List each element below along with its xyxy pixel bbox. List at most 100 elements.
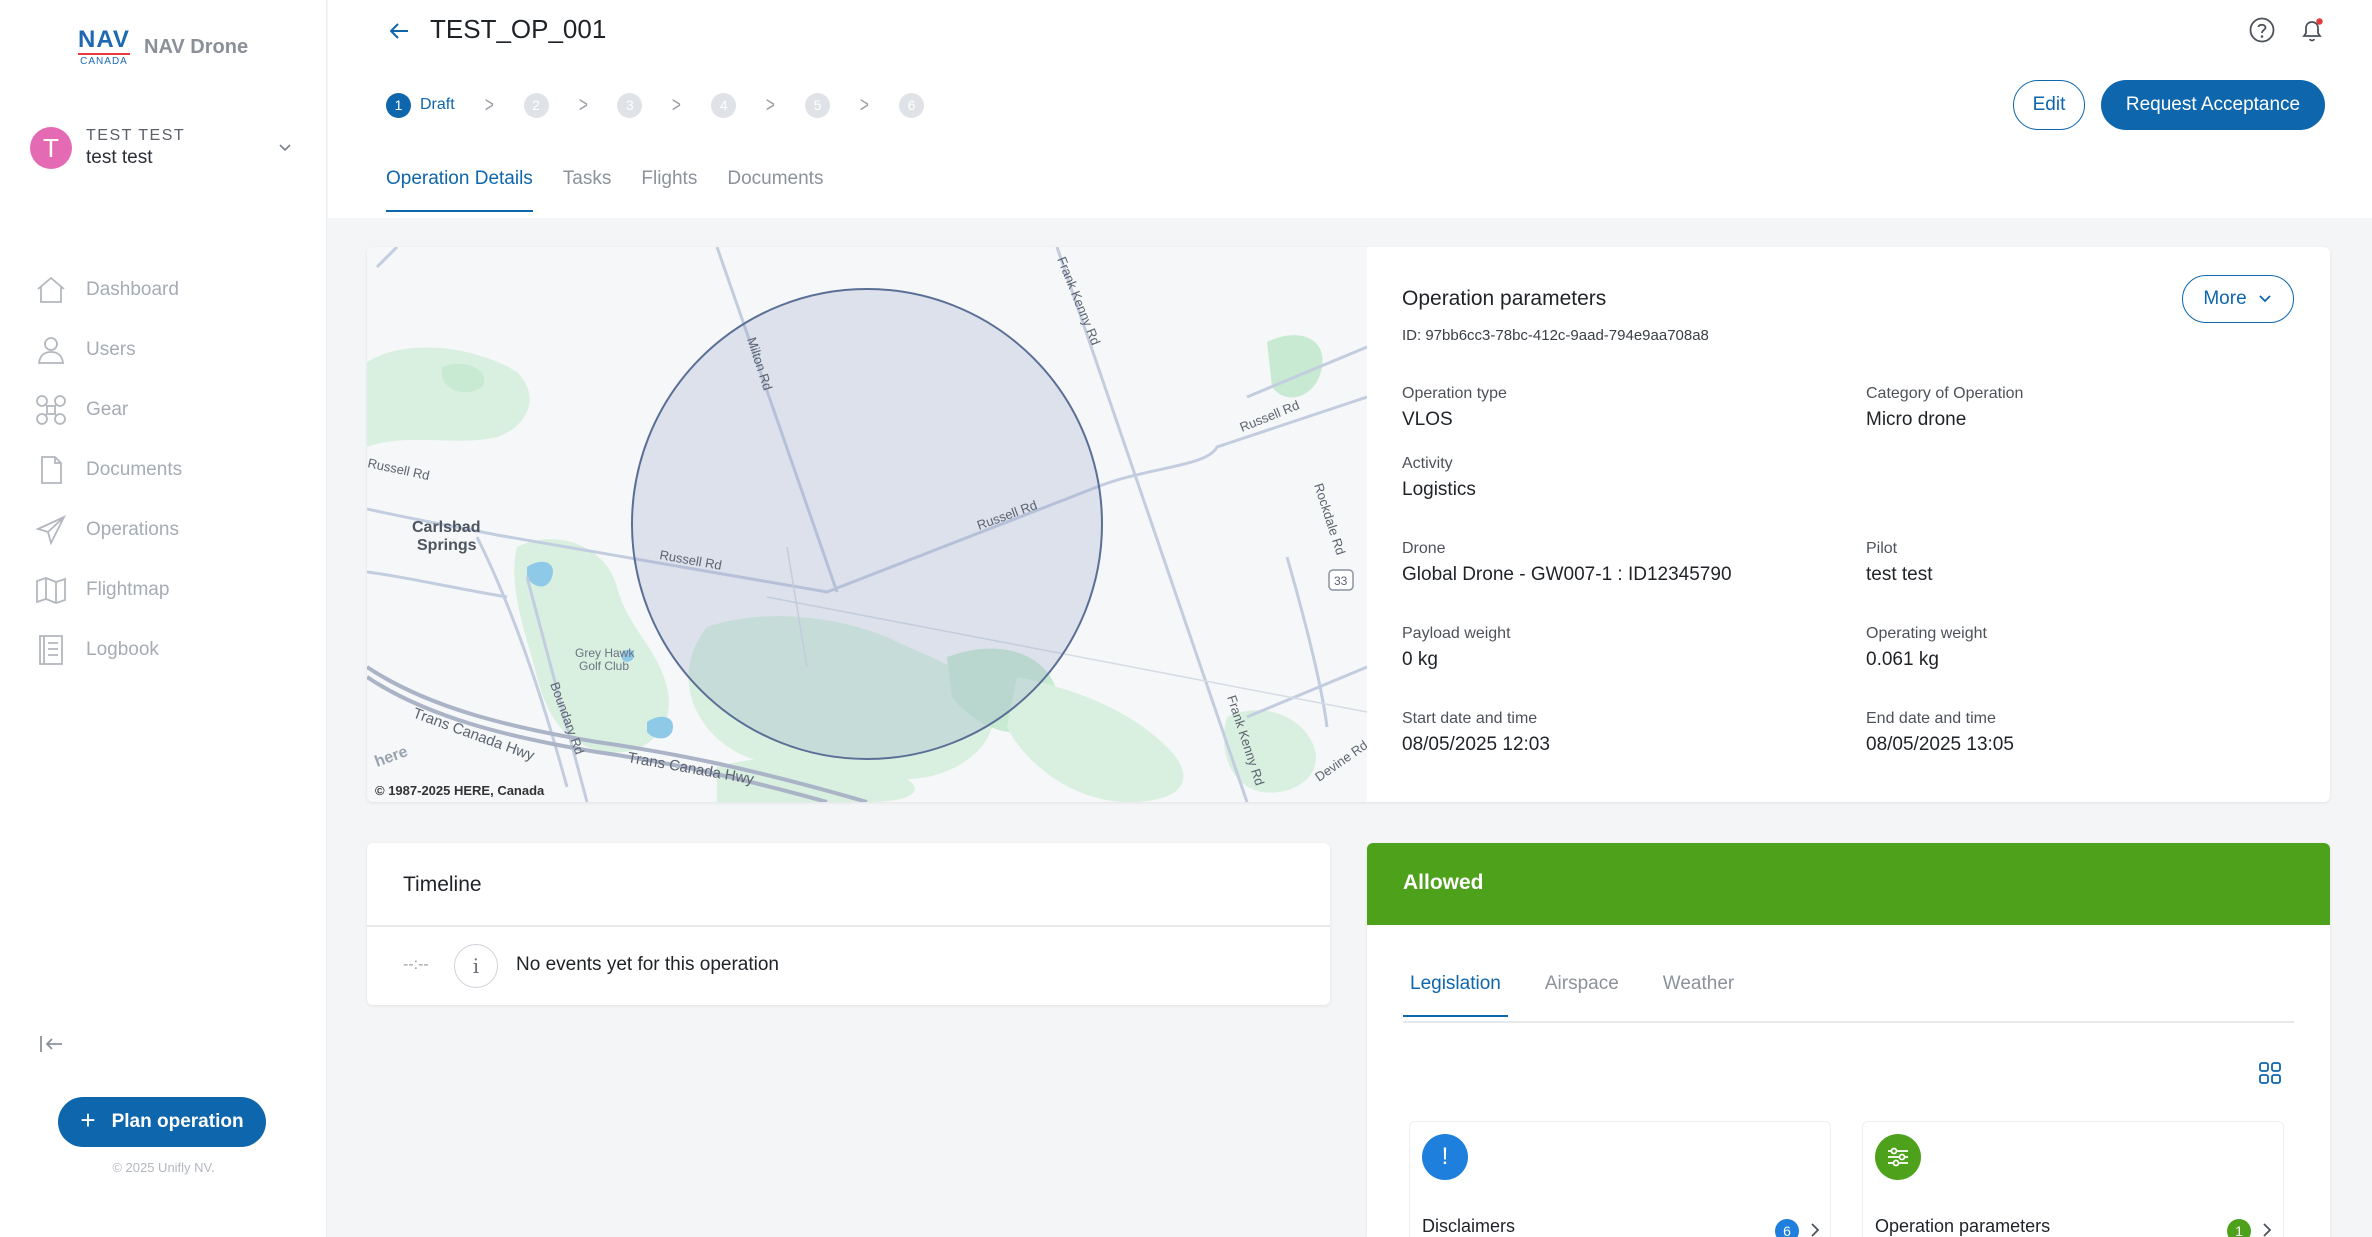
plus-icon: + xyxy=(80,1105,96,1135)
tab-operation-details[interactable]: Operation Details xyxy=(386,168,533,212)
user-icon xyxy=(37,337,65,364)
chevron-down-icon xyxy=(2259,295,2271,303)
avatar: T xyxy=(30,127,72,169)
allowed-header: Allowed xyxy=(1367,843,2330,925)
chevron-right-icon: > xyxy=(484,92,494,117)
step-5: 5 xyxy=(805,92,831,118)
map-canvas[interactable]: Milton Rd Frank Kenny Rd Frank Kenny Rd … xyxy=(367,247,1367,802)
sidebar-item-flightmap[interactable]: Flightmap xyxy=(34,560,182,620)
map-label-grey-hawk: Grey Hawk xyxy=(575,646,635,660)
map-label-russell-rd-left: Russell Rd xyxy=(367,455,431,483)
grid-view-icon[interactable] xyxy=(2257,1060,2283,1086)
map-label-golf-club: Golf Club xyxy=(579,659,629,673)
allowed-status: Allowed xyxy=(1403,871,1484,894)
app-name: NAV Drone xyxy=(144,36,249,58)
card-label: Operation parameters xyxy=(1875,1216,2051,1236)
field-value: 0.061 kg xyxy=(1866,649,1939,670)
sidebar-nav: Dashboard Users Gear Documents Operation… xyxy=(34,260,182,680)
field-activity: Activity Logistics xyxy=(1402,455,1476,501)
field-label: Start date and time xyxy=(1402,710,1538,727)
sidebar-item-logbook[interactable]: Logbook xyxy=(34,620,182,680)
map-label-frank-kenny-rd: Frank Kenny Rd xyxy=(1054,255,1103,348)
field-value: 0 kg xyxy=(1402,649,1438,670)
status-stepper: 1 Draft > 2 > 3 > 4 > 5 > 6 xyxy=(386,92,924,118)
plan-operation-button[interactable]: + Plan operation xyxy=(58,1097,266,1147)
field-value: Logistics xyxy=(1402,479,1476,500)
nav-canada-logo: NAV CANADA xyxy=(78,28,130,67)
field-value: Global Drone - GW007-1 : ID12345790 xyxy=(1402,564,1732,585)
info-icon: i xyxy=(454,944,498,988)
tab-legislation[interactable]: Legislation xyxy=(1403,973,1508,1017)
map-label-rockdale-rd: Rockdale Rd xyxy=(1311,481,1348,556)
timeline-empty-message: No events yet for this operation xyxy=(516,954,779,975)
tab-airspace[interactable]: Airspace xyxy=(1538,973,1626,1017)
field-value: VLOS xyxy=(1402,409,1453,430)
sidebar-item-label: Dashboard xyxy=(86,279,179,300)
field-value: Micro drone xyxy=(1866,409,1967,430)
divider xyxy=(367,925,1330,927)
logbook-icon xyxy=(39,635,63,665)
map-label-springs: Springs xyxy=(417,537,477,554)
request-acceptance-button[interactable]: Request Acceptance xyxy=(2101,80,2325,130)
help-icon[interactable] xyxy=(2248,16,2276,44)
tab-documents[interactable]: Documents xyxy=(727,168,823,212)
field-label: Pilot xyxy=(1866,540,1898,557)
map-label-devine-rd: Devine Rd xyxy=(1312,737,1367,784)
sidebar-item-gear[interactable]: Gear xyxy=(34,380,182,440)
tab-tasks[interactable]: Tasks xyxy=(563,168,612,212)
operation-summary-card: Milton Rd Frank Kenny Rd Frank Kenny Rd … xyxy=(367,247,2330,802)
sidebar-item-label: Documents xyxy=(86,459,183,480)
chevron-right-icon xyxy=(1811,1223,1820,1237)
field-value: 08/05/2025 13:05 xyxy=(1866,734,2014,755)
edit-button[interactable]: Edit xyxy=(2013,80,2085,130)
chevron-right-icon xyxy=(2263,1223,2272,1237)
sidebar-item-dashboard[interactable]: Dashboard xyxy=(34,260,182,320)
timeline-time: --:-- xyxy=(403,956,429,973)
user-menu[interactable]: T TEST TEST test test xyxy=(30,125,292,171)
field-payload-weight: Payload weight 0 kg xyxy=(1402,625,1511,671)
bell-icon[interactable] xyxy=(2298,16,2326,44)
field-end-time: End date and time 08/05/2025 13:05 xyxy=(1866,710,2014,756)
card-label: Disclaimers xyxy=(1422,1216,1516,1236)
disclaimers-card[interactable]: ! Disclaimers 6 xyxy=(1409,1121,1831,1237)
sidebar-item-label: Gear xyxy=(86,399,129,420)
operation-id: ID: 97bb6cc3-78bc-412c-9aad-794e9aa708a8 xyxy=(1402,327,1709,344)
step-1-label: Draft xyxy=(420,96,455,113)
sliders-icon xyxy=(1875,1134,1921,1180)
step-4: 4 xyxy=(711,92,737,118)
step-3: 3 xyxy=(617,92,643,118)
field-label: Activity xyxy=(1402,455,1453,472)
step-6: 6 xyxy=(898,92,924,118)
logo-text-canada: CANADA xyxy=(78,53,130,67)
tab-weather[interactable]: Weather xyxy=(1656,973,1741,1017)
map-icon xyxy=(36,577,66,604)
field-value: test test xyxy=(1866,564,1933,585)
step-1: 1 xyxy=(386,92,411,118)
chevron-down-icon[interactable] xyxy=(278,141,292,155)
map-copyright: © 1987-2025 HERE, Canada xyxy=(375,783,545,798)
tab-flights[interactable]: Flights xyxy=(641,168,697,212)
step-2: 2 xyxy=(523,92,549,118)
chevron-right-icon: > xyxy=(578,92,588,117)
collapse-sidebar-icon[interactable] xyxy=(38,1032,66,1056)
sidebar-item-operations[interactable]: Operations xyxy=(34,500,182,560)
count-badge: 1 xyxy=(2227,1219,2251,1237)
back-arrow-icon[interactable] xyxy=(386,18,412,44)
paper-plane-icon xyxy=(35,515,66,546)
field-pilot: Pilot test test xyxy=(1866,540,1933,586)
plan-operation-label: Plan operation xyxy=(111,1111,244,1132)
sidebar-item-users[interactable]: Users xyxy=(34,320,182,380)
sidebar-item-label: Logbook xyxy=(86,639,159,660)
field-label: Category of Operation xyxy=(1866,385,2024,402)
timeline-title: Timeline xyxy=(403,873,482,896)
field-label: Operating weight xyxy=(1866,625,1987,642)
operation-parameters-card[interactable]: Operation parameters 1 xyxy=(1862,1121,2284,1237)
app-logo[interactable]: NAV CANADA NAV Drone xyxy=(78,28,248,67)
sidebar-item-documents[interactable]: Documents xyxy=(34,440,182,500)
timeline-card: Timeline --:-- i No events yet for this … xyxy=(367,843,1330,1005)
more-button[interactable]: More xyxy=(2182,275,2294,323)
field-label: Operation type xyxy=(1402,385,1507,402)
field-value: 08/05/2025 12:03 xyxy=(1402,734,1550,755)
operation-map[interactable]: Milton Rd Frank Kenny Rd Frank Kenny Rd … xyxy=(367,247,1367,802)
home-icon xyxy=(37,276,65,303)
